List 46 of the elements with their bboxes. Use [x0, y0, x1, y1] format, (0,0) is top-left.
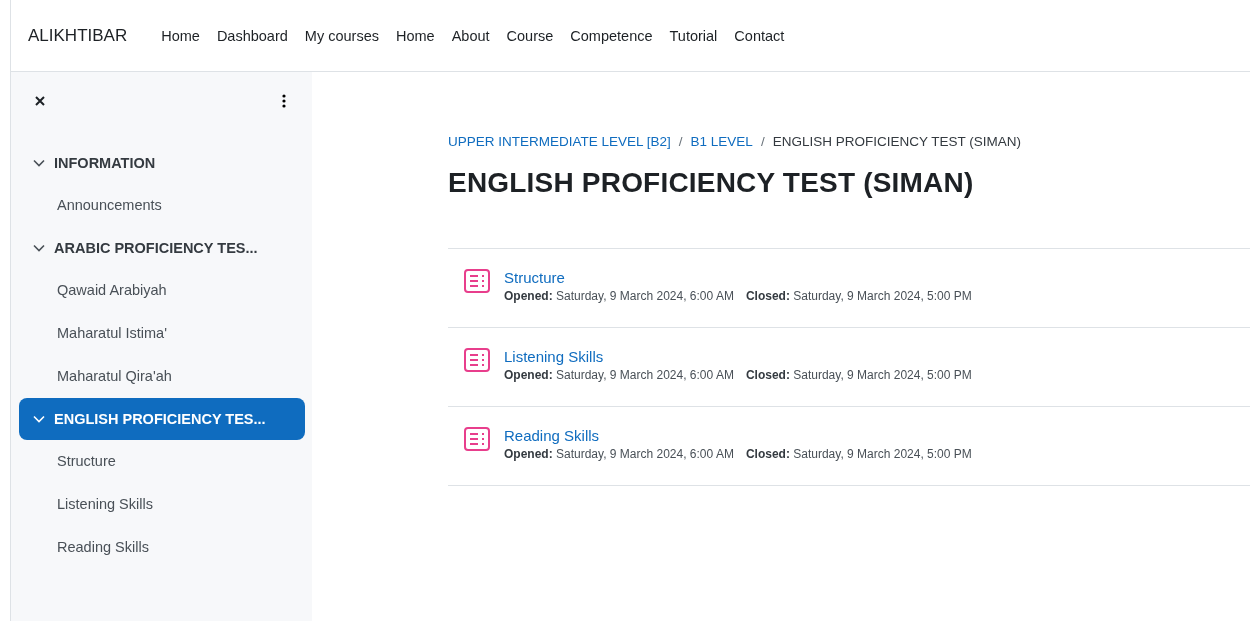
quiz-icon	[464, 269, 490, 293]
breadcrumb-link[interactable]: B1 LEVEL	[690, 134, 753, 149]
sidebar-section[interactable]: INFORMATION	[19, 142, 305, 184]
opened-date: Opened: Saturday, 9 March 2024, 6:00 AM	[504, 289, 734, 303]
breadcrumb-separator: /	[760, 134, 765, 149]
nav-link[interactable]: Course	[506, 27, 554, 44]
site-brand[interactable]: ALIKHTIBAR	[28, 25, 128, 46]
sidebar-section[interactable]: ENGLISH PROFICIENCY TES...	[19, 398, 305, 440]
nav-link[interactable]: Dashboard	[216, 27, 288, 44]
sidebar-item[interactable]: Structure	[57, 440, 116, 483]
breadcrumb-separator: /	[678, 134, 683, 149]
page-title: ENGLISH PROFICIENCY TEST (SIMAN)	[448, 167, 975, 199]
quiz-icon	[464, 427, 490, 451]
nav-link[interactable]: Competence	[570, 27, 653, 44]
closed-date: Closed: Saturday, 9 March 2024, 5:00 PM	[745, 447, 972, 461]
chevron-down-icon	[33, 244, 45, 252]
sidebar-item[interactable]: Qawaid Arabiyah	[57, 269, 167, 312]
sidebar-section[interactable]: ARABIC PROFICIENCY TES...	[19, 227, 305, 269]
activity-link[interactable]: Reading Skills	[504, 427, 600, 444]
sidebar-item[interactable]: Maharatul Qira'ah	[57, 355, 172, 398]
closed-date: Closed: Saturday, 9 March 2024, 5:00 PM	[745, 368, 972, 382]
section-title: ARABIC PROFICIENCY TES...	[54, 240, 258, 256]
nav-link[interactable]: Tutorial	[669, 27, 718, 44]
quiz-icon	[464, 348, 490, 372]
opened-date: Opened: Saturday, 9 March 2024, 6:00 AM	[504, 368, 734, 382]
chevron-down-icon	[33, 159, 45, 167]
sidebar-item[interactable]: Maharatul Istima'	[57, 312, 167, 355]
activity-link[interactable]: Listening Skills	[504, 348, 604, 365]
nav-link[interactable]: Home	[161, 27, 200, 44]
nav-link[interactable]: My courses	[304, 27, 379, 44]
nav-link[interactable]: About	[451, 27, 490, 44]
closed-date: Closed: Saturday, 9 March 2024, 5:00 PM	[745, 289, 972, 303]
nav-link[interactable]: Contact	[734, 27, 785, 44]
section-title: INFORMATION	[54, 155, 156, 171]
current-page-label: ENGLISH PROFICIENCY TEST (SIMAN)	[772, 134, 1021, 149]
activity-link[interactable]: Structure	[504, 269, 565, 286]
more-menu-button[interactable]	[282, 94, 286, 108]
opened-date: Opened: Saturday, 9 March 2024, 6:00 AM	[504, 447, 734, 461]
breadcrumb-link[interactable]: UPPER INTERMEDIATE LEVEL [B2]	[448, 134, 671, 149]
sidebar-item[interactable]: Listening Skills	[57, 483, 153, 526]
sidebar-item[interactable]: Announcements	[57, 184, 162, 227]
section-title: ENGLISH PROFICIENCY TES...	[54, 411, 266, 427]
close-button[interactable]	[35, 96, 45, 106]
nav-link[interactable]: Home	[395, 27, 435, 44]
sidebar-item[interactable]: Reading Skills	[57, 526, 149, 569]
chevron-down-icon	[33, 415, 45, 423]
